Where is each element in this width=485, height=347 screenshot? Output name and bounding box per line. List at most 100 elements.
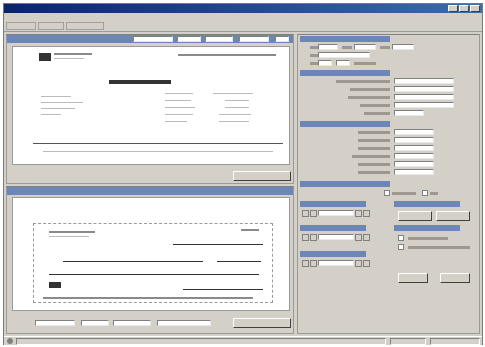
next-record-icon[interactable] bbox=[355, 234, 362, 241]
field-label bbox=[358, 147, 390, 150]
text-input[interactable] bbox=[394, 86, 454, 92]
checkbox[interactable] bbox=[384, 190, 390, 196]
cheque-field bbox=[81, 320, 109, 326]
previous-record-icon[interactable] bbox=[310, 210, 317, 217]
cheque-border bbox=[33, 223, 273, 303]
field-label bbox=[354, 62, 376, 65]
first-record-icon[interactable] bbox=[302, 260, 309, 267]
text-input[interactable] bbox=[354, 44, 376, 50]
text-input[interactable] bbox=[392, 44, 414, 50]
text-input[interactable] bbox=[394, 129, 434, 135]
text-input[interactable] bbox=[394, 94, 454, 100]
cheque-issuer-address bbox=[49, 236, 89, 237]
action-button[interactable] bbox=[436, 211, 470, 221]
text-input[interactable] bbox=[394, 145, 434, 151]
field-label bbox=[342, 46, 352, 49]
first-record-icon[interactable] bbox=[302, 234, 309, 241]
previous-record-icon[interactable] bbox=[310, 234, 317, 241]
cheque-header bbox=[7, 187, 293, 195]
toolbar-button[interactable] bbox=[6, 22, 36, 30]
text-input[interactable] bbox=[318, 44, 338, 50]
statement-rule bbox=[33, 143, 283, 144]
checkbox-label bbox=[430, 192, 438, 195]
field-label bbox=[310, 54, 318, 57]
remittance-field bbox=[275, 36, 289, 42]
section-header bbox=[300, 70, 390, 76]
bank-address bbox=[54, 58, 84, 59]
last-record-icon[interactable] bbox=[363, 210, 370, 217]
show-cheque-back-button[interactable] bbox=[233, 318, 291, 328]
remittance-field bbox=[133, 36, 173, 42]
section-header bbox=[300, 181, 390, 187]
text-input[interactable] bbox=[318, 60, 332, 66]
cheque-issuer bbox=[49, 231, 95, 233]
toolbar-button[interactable] bbox=[38, 22, 64, 30]
minimize-button[interactable] bbox=[448, 5, 458, 12]
bank-name bbox=[54, 53, 92, 55]
checkbox-label bbox=[392, 192, 416, 195]
toolbar-button[interactable] bbox=[66, 22, 104, 30]
text-input[interactable] bbox=[394, 153, 434, 159]
close-button[interactable] bbox=[470, 5, 480, 12]
maximize-button[interactable] bbox=[459, 5, 469, 12]
section-header bbox=[300, 225, 366, 231]
field-label bbox=[358, 139, 390, 142]
next-record-icon[interactable] bbox=[355, 210, 362, 217]
field-label bbox=[310, 62, 318, 65]
status-field bbox=[390, 338, 426, 345]
customer-address bbox=[41, 108, 75, 109]
text-input[interactable] bbox=[318, 52, 370, 58]
record-counter bbox=[318, 260, 354, 266]
cheque-amount-box bbox=[217, 261, 261, 262]
cheque-panel bbox=[6, 186, 294, 334]
next-record-icon[interactable] bbox=[355, 260, 362, 267]
text-input[interactable] bbox=[394, 137, 434, 143]
show-remittance-back-button[interactable] bbox=[233, 171, 291, 181]
cheque-field bbox=[35, 320, 75, 326]
previous-record-icon[interactable] bbox=[310, 260, 317, 267]
statement-value bbox=[219, 121, 249, 122]
last-record-icon[interactable] bbox=[363, 260, 370, 267]
checkbox[interactable] bbox=[422, 190, 428, 196]
section-header bbox=[394, 201, 460, 207]
remittance-panel bbox=[6, 34, 294, 184]
bank-logo bbox=[39, 53, 51, 61]
statement-value bbox=[219, 114, 251, 115]
text-input[interactable] bbox=[394, 110, 424, 116]
statement-detail bbox=[165, 93, 193, 94]
action-button[interactable] bbox=[398, 211, 432, 221]
checkbox[interactable] bbox=[398, 244, 404, 250]
statement-detail bbox=[165, 121, 187, 122]
text-input[interactable] bbox=[394, 161, 434, 167]
field-label bbox=[358, 163, 390, 166]
text-input[interactable] bbox=[394, 78, 454, 84]
checkbox-label bbox=[408, 237, 448, 240]
checkbox[interactable] bbox=[398, 235, 404, 241]
cheque-date-line bbox=[173, 244, 263, 245]
record-counter bbox=[318, 234, 354, 240]
field-label bbox=[350, 88, 390, 91]
field-label bbox=[358, 171, 390, 174]
text-input[interactable] bbox=[394, 102, 454, 108]
menu-bar bbox=[4, 13, 482, 21]
cheque-number bbox=[241, 229, 259, 231]
action-button[interactable] bbox=[440, 273, 470, 283]
field-label bbox=[310, 46, 318, 49]
action-button[interactable] bbox=[398, 273, 428, 283]
field-label bbox=[380, 46, 390, 49]
status-bar bbox=[4, 336, 482, 345]
text-input[interactable] bbox=[394, 169, 434, 175]
last-record-icon[interactable] bbox=[363, 234, 370, 241]
first-record-icon[interactable] bbox=[302, 210, 309, 217]
cheque-field bbox=[157, 320, 211, 326]
remittance-field bbox=[177, 36, 201, 42]
section-header bbox=[300, 36, 390, 42]
text-input[interactable] bbox=[336, 60, 350, 66]
cheque-micr-line bbox=[43, 297, 253, 299]
remittance-field bbox=[239, 36, 269, 42]
cheque-words-line bbox=[49, 274, 259, 275]
field-label bbox=[364, 112, 390, 115]
status-icon bbox=[7, 338, 13, 344]
statement-value bbox=[213, 93, 253, 94]
customer-address bbox=[41, 96, 71, 97]
